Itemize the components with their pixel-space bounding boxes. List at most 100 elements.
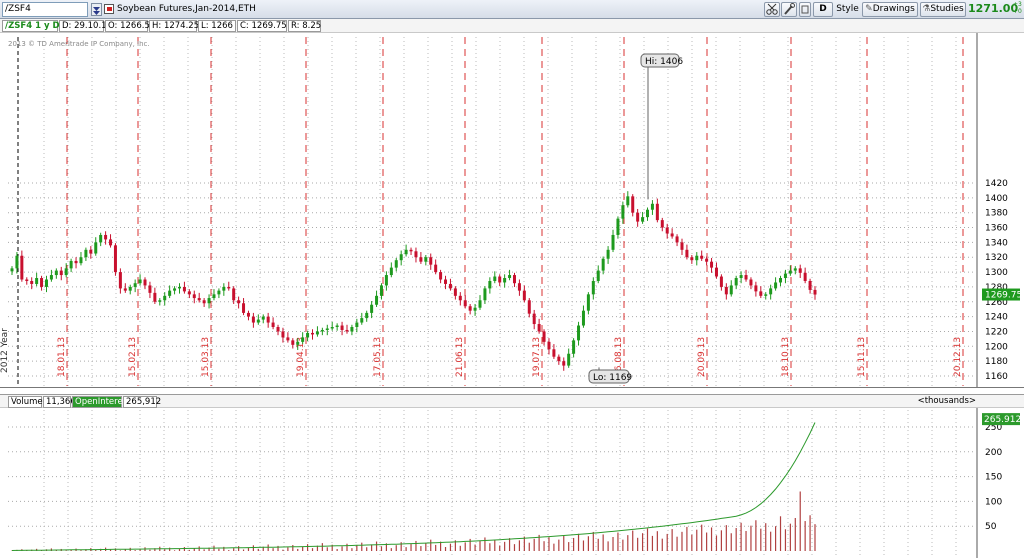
candle-body <box>35 278 39 284</box>
candle-body <box>59 270 63 276</box>
candle-body <box>158 300 162 302</box>
candle-body <box>54 270 58 276</box>
candle-body <box>256 319 260 323</box>
candle-body <box>118 272 122 289</box>
candle-body <box>345 329 349 332</box>
price-chart[interactable]: 1160118012001220124012601280130013201340… <box>0 33 1024 388</box>
candle-body <box>729 285 733 295</box>
candle-body <box>567 353 571 366</box>
price-chart-panel[interactable]: 1160 1180 1200 1220 1240 1260 1280 1300 1320 1340… <box>0 33 1024 388</box>
candle-body <box>429 257 433 265</box>
candle-body <box>365 312 369 319</box>
candle-body <box>774 282 778 289</box>
candle-body <box>89 249 93 254</box>
volume-chart[interactable]: 50100150200250265.912 <box>0 408 1024 558</box>
candle-body <box>404 249 408 255</box>
candle-body <box>350 327 354 332</box>
candle-body <box>389 267 393 276</box>
last-price: 1271.00 <box>968 2 1019 15</box>
candle-body <box>192 294 196 299</box>
candle-body <box>109 239 113 246</box>
candle-body <box>173 288 177 291</box>
month-marker-label: 17.05.13 <box>373 337 383 377</box>
ohlc-high: H: 1274.25 <box>149 20 199 32</box>
wrench-icon <box>784 3 795 15</box>
candle-body <box>251 316 255 323</box>
candle-body <box>517 283 521 291</box>
candle-body <box>601 258 605 271</box>
ohlc-date: D: 29.10.13 <box>59 20 112 32</box>
drawings-button[interactable]: ✎Drawings <box>862 2 918 17</box>
candle-body <box>153 292 157 302</box>
month-marker-label: 15.02.13 <box>128 337 138 377</box>
candle-body <box>754 285 758 292</box>
candle-body <box>281 331 285 338</box>
candle-body <box>788 270 792 274</box>
symbol-dropdown-icon[interactable] <box>91 3 102 16</box>
candle-body <box>655 203 659 221</box>
candle-body <box>64 268 68 276</box>
candle-body <box>547 341 551 350</box>
candle-body <box>113 245 117 273</box>
price-tick-label: 1220 <box>985 327 1008 337</box>
change-top: +3 <box>1013 1 1022 8</box>
candle-body <box>271 322 275 328</box>
candle-body <box>419 257 423 262</box>
candle-body <box>222 286 226 291</box>
candle-body <box>734 278 738 286</box>
volume-tick-label: 50 <box>985 522 997 532</box>
candle-body <box>581 310 585 326</box>
wrench-button[interactable] <box>781 2 797 17</box>
candle-body <box>182 286 186 292</box>
candle-body <box>40 278 44 287</box>
candle-body <box>379 285 383 296</box>
tools-icon[interactable] <box>764 2 780 17</box>
candle-body <box>384 275 388 286</box>
thousands-label: <thousands> <box>917 396 976 406</box>
candle-body <box>187 291 191 295</box>
candle-body <box>79 257 83 264</box>
ohlc-low: L: 1266 <box>198 20 236 32</box>
volume-chart-panel[interactable]: 50 100 150 200 250 265.912 <box>0 408 1024 558</box>
month-marker-label: 19.07.13 <box>532 337 542 377</box>
month-marker-label: 15.03.13 <box>201 337 211 377</box>
open-interest-tag-label: 265.912 <box>984 415 1021 425</box>
volume-label: Volume <box>8 396 43 408</box>
symbol-period-label[interactable]: /ZSF4 1 y D <box>2 20 60 32</box>
candle-body <box>744 275 748 280</box>
change-bottom: +0 <box>1013 8 1022 15</box>
link-button[interactable] <box>799 2 811 17</box>
studies-button[interactable]: ⚗Studies <box>920 2 966 17</box>
price-tick-label: 1240 <box>985 313 1008 323</box>
candle-body <box>163 295 167 301</box>
candle-body <box>779 278 783 283</box>
candle-body <box>207 298 211 304</box>
price-tick-label: 1400 <box>985 194 1008 204</box>
candle-body <box>168 290 172 296</box>
candle-body <box>340 325 344 330</box>
candle-body <box>320 329 324 332</box>
candle-body <box>572 340 576 354</box>
style-button[interactable]: Style <box>835 2 860 17</box>
link-icon <box>801 5 809 14</box>
candle-body <box>542 331 546 342</box>
candle-body <box>30 280 34 284</box>
symbol-info-icon[interactable] <box>104 4 114 14</box>
candle-body <box>212 294 216 299</box>
candle-body <box>591 280 595 295</box>
period-d-button[interactable]: D <box>813 2 833 17</box>
candle-body <box>261 316 265 320</box>
pencil-icon: ✎ <box>865 4 873 14</box>
volume-tick-label: 150 <box>985 473 1002 483</box>
candle-body <box>759 291 763 296</box>
candle-body <box>458 295 462 301</box>
price-tick-label: 1300 <box>985 268 1008 278</box>
candle-body <box>177 286 181 289</box>
price-tick-label: 1200 <box>985 342 1008 352</box>
symbol-input[interactable]: /ZSF4 <box>2 2 88 17</box>
volume-tick-label: 200 <box>985 448 1002 458</box>
candle-body <box>660 220 664 228</box>
year-label: 2012 Year <box>0 328 10 373</box>
candle-body <box>296 341 300 345</box>
candle-body <box>527 300 531 314</box>
